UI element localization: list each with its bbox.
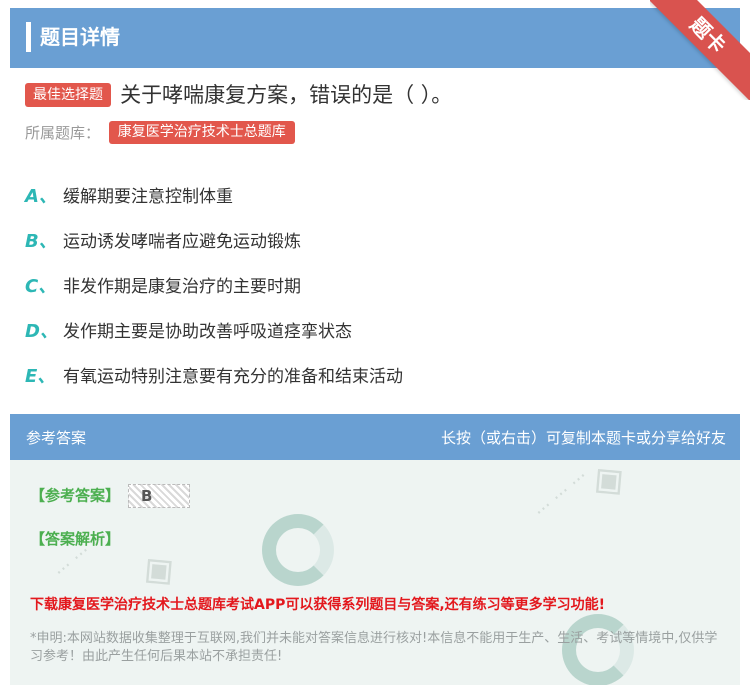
option-d[interactable]: D、 发作期主要是协助改善呼吸道痉挛状态 [25, 307, 725, 352]
watermark-url-icon: ··· ··· ··· [530, 466, 593, 523]
option-letter: E、 [25, 365, 56, 387]
answer-row: 【参考答案】 B [30, 484, 191, 508]
analysis-label: 【答案解析】 [30, 530, 121, 548]
page-title: 题目详情 [40, 25, 120, 49]
option-e[interactable]: E、 有氧运动特别注意要有充分的准备和结束活动 [25, 352, 725, 397]
app-download-promo[interactable]: 下载康复医学治疗技术士总题库考试APP可以获得系列题目与答案,还有练习等更多学习… [30, 594, 605, 614]
answer-label: 【参考答案】 [30, 486, 121, 505]
header-accent-bar [26, 22, 31, 52]
option-b[interactable]: B、 运动诱发哮喘者应避免运动锻炼 [25, 217, 725, 262]
bank-link[interactable]: 康复医学治疗技术士总题库 [108, 121, 295, 144]
analysis-row: 【答案解析】 [30, 528, 120, 549]
question-bank: 所属题库： 康复医学治疗技术士总题库 [25, 121, 295, 144]
option-letter: A、 [25, 185, 57, 207]
watermark-logo-icon [262, 514, 334, 586]
answer-header: 参考答案 长按（或右击）可复制本题卡或分享给好友 [10, 414, 740, 460]
option-letter: D、 [25, 320, 58, 342]
options-list: A、 缓解期要注意控制体重 B、 运动诱发哮喘者应避免运动锻炼 C、 非发作期是… [25, 172, 725, 397]
page-header: 题目详情 [10, 8, 740, 68]
option-a[interactable]: A、 缓解期要注意控制体重 [25, 172, 725, 217]
option-text: 运动诱发哮喘者应避免运动锻炼 [63, 232, 301, 252]
watermark-glyph-icon: ◈ [127, 539, 187, 600]
question-stem: 最佳选择题 关于哮喘康复方案，错误的是（ ）。 [25, 80, 725, 110]
answer-panel: 参考答案 长按（或右击）可复制本题卡或分享给好友 ◈ ◈ ··· ··· ···… [10, 414, 740, 685]
share-hint: 长按（或右击）可复制本题卡或分享给好友 [440, 429, 726, 447]
option-c[interactable]: C、 非发作期是康复治疗的主要时期 [25, 262, 725, 307]
option-letter: B、 [25, 230, 57, 252]
option-letter: C、 [25, 275, 57, 297]
question-type-badge: 最佳选择题 [25, 83, 111, 107]
question-text: 关于哮喘康复方案，错误的是（ ）。 [120, 83, 453, 107]
option-text: 非发作期是康复治疗的主要时期 [63, 277, 301, 297]
answer-value: B [128, 484, 191, 508]
bank-label: 所属题库： [25, 124, 101, 142]
option-text: 有氧运动特别注意要有充分的准备和结束活动 [63, 367, 403, 387]
answer-header-title: 参考答案 [26, 429, 87, 447]
option-text: 发作期主要是协助改善呼吸道痉挛状态 [63, 322, 352, 342]
option-text: 缓解期要注意控制体重 [63, 187, 233, 207]
disclaimer-text: *申明:本网站数据收集整理于互联网,我们并未能对答案信息进行核对!本信息不能用于… [30, 631, 718, 664]
